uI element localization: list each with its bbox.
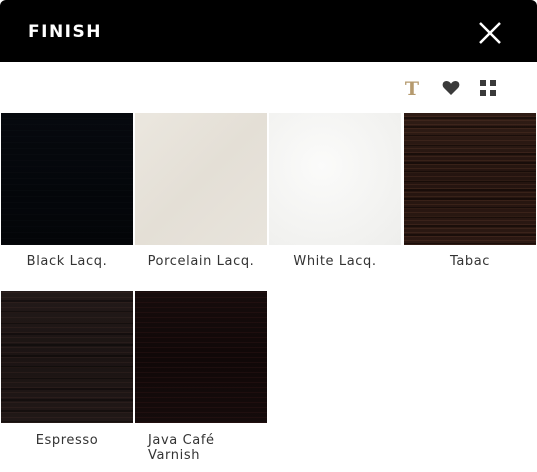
finish-swatch-black-lacq[interactable]	[1, 113, 133, 245]
view-toolbar: T	[0, 78, 537, 100]
heart-icon	[442, 81, 460, 95]
finish-swatch-tabac[interactable]	[404, 113, 536, 245]
favorites-button[interactable]	[441, 78, 461, 98]
modal-header: FINISH	[0, 0, 537, 62]
close-icon	[479, 22, 501, 44]
text-view-button[interactable]: T	[402, 78, 422, 98]
modal-title: FINISH	[28, 22, 102, 42]
finish-swatch-white-lacq[interactable]	[269, 113, 401, 245]
finish-swatch-porcelain-lacq[interactable]	[135, 113, 267, 245]
finish-label: Java Café Varnish	[148, 433, 215, 463]
text-icon: T	[405, 78, 419, 98]
finish-label: White Lacq.	[293, 254, 377, 269]
svg-text:T: T	[405, 78, 419, 98]
finish-swatch-java-cafe-varnish[interactable]	[135, 291, 267, 423]
finish-label: Tabac	[449, 254, 491, 269]
finish-label: Espresso	[35, 433, 99, 448]
finish-label: Black Lacq.	[26, 254, 108, 269]
finish-label: Porcelain Lacq.	[147, 254, 255, 269]
grid-icon	[480, 80, 496, 96]
grid-view-button[interactable]	[478, 78, 498, 98]
close-button[interactable]	[476, 19, 504, 47]
finish-swatch-espresso[interactable]	[1, 291, 133, 423]
